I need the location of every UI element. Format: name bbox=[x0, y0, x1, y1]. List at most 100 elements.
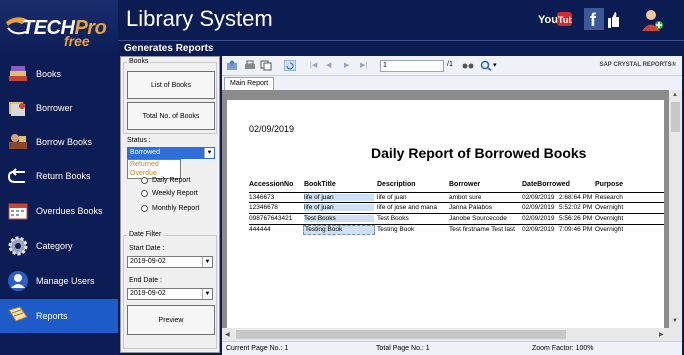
chevron-down-icon[interactable]: ▼ bbox=[204, 148, 214, 158]
horizontal-scroll-thumb[interactable] bbox=[236, 330, 566, 339]
table-cell: 02/09/2019 bbox=[522, 226, 555, 233]
report-tabs: Main Report bbox=[222, 76, 682, 90]
report-options-panel: Books List of Books Total No. of Books S… bbox=[120, 56, 220, 353]
print-icon[interactable] bbox=[244, 60, 256, 71]
sidebar-item-label: Return Books bbox=[36, 171, 91, 181]
scroll-right-icon[interactable]: ▶ bbox=[659, 331, 664, 338]
vertical-scrollbar[interactable]: ▲ ▼ bbox=[669, 90, 682, 341]
app-title: Library System bbox=[126, 6, 273, 31]
viewer-status-bar: Current Page No.: 1 Total Page No.: 1 Zo… bbox=[222, 341, 682, 355]
youtube-icon[interactable]: YouTube bbox=[538, 10, 579, 33]
scroll-up-icon[interactable]: ▲ bbox=[672, 92, 678, 98]
find-icon[interactable] bbox=[462, 60, 474, 71]
sidebar-item-label: Reports bbox=[36, 311, 68, 321]
sidebar-item-label: Borrow Books bbox=[36, 137, 93, 147]
table-cell: 444444 bbox=[249, 226, 271, 233]
end-date-picker[interactable]: 2019-09-02 ▼ bbox=[127, 288, 213, 300]
table-cell: 2:68:64 PM bbox=[559, 194, 593, 201]
table-cell: 02/09/2019 bbox=[522, 194, 555, 201]
status-select[interactable]: Borrowed ▼ bbox=[127, 147, 215, 159]
tab-main-report[interactable]: Main Report bbox=[224, 77, 275, 90]
daily-report-radio[interactable]: Daily Report bbox=[141, 177, 191, 184]
page-count: /1 bbox=[447, 61, 453, 68]
status-label: Status : bbox=[127, 137, 151, 144]
table-cell[interactable]: Testing Book bbox=[305, 226, 373, 233]
copy-icon[interactable] bbox=[260, 60, 272, 71]
status-dropdown-list: Returned Overdue bbox=[127, 159, 181, 179]
zoom-dropdown-icon[interactable]: ▾ bbox=[493, 61, 497, 69]
weekly-report-label: Weekly Report bbox=[152, 190, 198, 197]
scroll-left-icon[interactable]: ◀ bbox=[225, 331, 230, 338]
facebook-like-icon[interactable]: f bbox=[584, 8, 620, 35]
start-date-value: 2019-09-02 bbox=[130, 258, 166, 265]
total-books-button[interactable]: Total No. of Books bbox=[127, 102, 215, 130]
crystal-reports-brand: SAP CRYSTAL REPORTS® bbox=[599, 62, 676, 68]
logo-free: free bbox=[64, 33, 90, 49]
zoom-icon[interactable] bbox=[480, 60, 492, 71]
table-cell: 1346673 bbox=[249, 194, 275, 201]
table-cell: ambot sure bbox=[449, 194, 482, 201]
report-toolbar: |◀ ◀ ▶ ▶| 1 /1 ▾ SAP CRYSTAL REPORTS® bbox=[222, 56, 682, 76]
sidebar-item-category[interactable]: Category bbox=[0, 230, 118, 262]
sidebar-item-manage-users[interactable]: Manage Users bbox=[0, 265, 118, 297]
sidebar-item-return-books[interactable]: Return Books bbox=[0, 160, 118, 192]
table-cell: Test firstname Test last bbox=[449, 226, 515, 233]
next-page-icon[interactable]: ▶ bbox=[344, 61, 349, 69]
first-page-icon[interactable]: |◀ bbox=[310, 61, 317, 69]
monthly-report-label: Monthly Report bbox=[152, 205, 200, 212]
status-option-returned[interactable]: Returned bbox=[128, 160, 180, 169]
report-page: 02/09/2019 Daily Report of Borrowed Book… bbox=[227, 100, 664, 329]
sidebar-item-label: Manage Users bbox=[36, 276, 95, 286]
report-viewer: 02/09/2019 Daily Report of Borrowed Book… bbox=[222, 90, 682, 341]
svg-text:You: You bbox=[538, 14, 558, 26]
sidebar: TECHPro free Books Borrower Borrow Books bbox=[0, 0, 118, 355]
table-cell: 5:52:02 PM bbox=[559, 204, 593, 211]
table-cell: Testing Book bbox=[377, 226, 415, 233]
page-number-input[interactable]: 1 bbox=[380, 60, 444, 72]
end-date-value: 2019-09-02 bbox=[130, 290, 166, 297]
refresh-icon[interactable] bbox=[284, 60, 296, 71]
sidebar-item-reports[interactable]: Reports bbox=[0, 299, 118, 333]
sidebar-item-borrow-books[interactable]: Borrow Books bbox=[0, 126, 118, 158]
sidebar-item-books[interactable]: Books bbox=[0, 58, 118, 90]
calendar-icon bbox=[6, 199, 30, 223]
table-cell: 7:09:46 PM bbox=[559, 226, 593, 233]
monthly-report-radio[interactable]: Monthly Report bbox=[141, 205, 199, 212]
books-icon bbox=[6, 62, 30, 86]
calendar-dropdown-icon[interactable]: ▼ bbox=[202, 289, 212, 299]
vertical-scroll-thumb[interactable] bbox=[671, 102, 680, 132]
start-date-label: Start Date : bbox=[129, 245, 165, 252]
weekly-report-radio[interactable]: Weekly Report bbox=[141, 190, 198, 197]
list-of-books-button[interactable]: List of Books bbox=[127, 71, 215, 99]
table-cell: Test Books bbox=[304, 215, 374, 222]
preview-button[interactable]: Preview bbox=[127, 305, 215, 335]
column-header: AccessionNo bbox=[249, 181, 294, 188]
sidebar-item-overdues-books[interactable]: Overdues Books bbox=[0, 195, 118, 227]
return-arrow-icon bbox=[6, 164, 30, 188]
previous-page-icon[interactable]: ◀ bbox=[326, 61, 331, 69]
radio-circle bbox=[141, 177, 148, 184]
calendar-dropdown-icon[interactable]: ▼ bbox=[202, 257, 212, 267]
table-rule bbox=[249, 202, 664, 203]
table-cell: life of juan bbox=[304, 194, 374, 201]
horizontal-scrollbar[interactable]: ◀ ▶ bbox=[222, 328, 669, 341]
report-date: 02/09/2019 bbox=[249, 124, 295, 134]
export-icon[interactable] bbox=[226, 60, 238, 71]
reports-icon bbox=[6, 304, 30, 328]
app-header: Library System YouTube f bbox=[118, 0, 684, 40]
table-cell: Janobe Sourcecode bbox=[449, 215, 507, 222]
sidebar-item-borrower[interactable]: Borrower bbox=[0, 92, 118, 124]
last-page-icon[interactable]: ▶| bbox=[360, 61, 367, 69]
start-date-picker[interactable]: 2019-09-02 ▼ bbox=[127, 256, 213, 268]
svg-text:Tube: Tube bbox=[558, 15, 572, 25]
table-rule bbox=[249, 192, 664, 193]
library-app: TECHPro free Books Borrower Borrow Books bbox=[0, 0, 684, 355]
table-cell: 02/09/2019 bbox=[522, 215, 555, 222]
borrower-icon bbox=[6, 96, 30, 120]
table-cell: 12346678 bbox=[249, 204, 278, 211]
current-page-status: Current Page No.: 1 bbox=[226, 345, 289, 352]
add-user-icon[interactable] bbox=[640, 8, 664, 37]
daily-report-label: Daily Report bbox=[152, 177, 191, 184]
table-cell: Overnight bbox=[595, 215, 624, 222]
scroll-down-icon[interactable]: ▼ bbox=[672, 318, 678, 324]
